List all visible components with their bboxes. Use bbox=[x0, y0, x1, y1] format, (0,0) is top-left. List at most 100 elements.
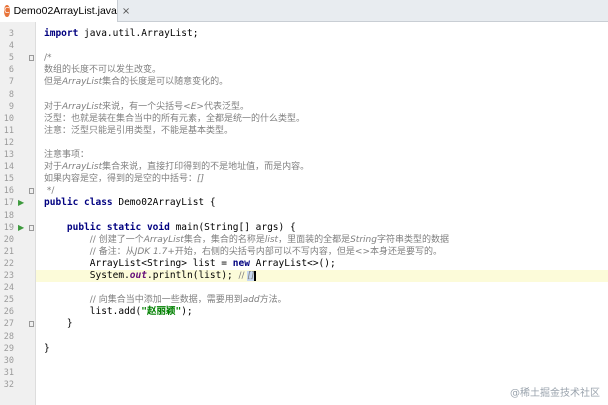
code-token: } bbox=[44, 318, 73, 330]
code-line[interactable]: */ bbox=[36, 185, 608, 197]
code-token: 集合，集合的名称是 bbox=[183, 234, 265, 245]
close-tab-icon[interactable]: × bbox=[122, 6, 130, 17]
run-gutter-icon[interactable]: ▶ bbox=[18, 222, 24, 234]
watermark: @稀土掘金技术社区 bbox=[510, 388, 600, 399]
code-line[interactable]: ArrayList<String> list = new ArrayList<>… bbox=[36, 258, 608, 270]
code-token: list bbox=[264, 234, 279, 245]
line-number: 18 bbox=[3, 210, 14, 221]
code-token: 注意：泛型只能是引用类型，不能是基本类型。 bbox=[44, 125, 234, 136]
code-editor[interactable]: import java.util.ArrayList; /* 数组的长度不可以发生改… bbox=[36, 22, 608, 405]
file-tab[interactable]: C Demo02ArrayList.java × bbox=[0, 0, 130, 22]
code-line[interactable]: // 创建了一个ArrayList集合，集合的名称是list，里面装的全都是St… bbox=[36, 234, 608, 246]
run-gutter-icon[interactable]: ▶ bbox=[18, 197, 24, 209]
code-line[interactable] bbox=[36, 282, 608, 294]
line-number: 7 bbox=[8, 77, 14, 88]
line-number: 6 bbox=[8, 65, 14, 76]
line-number: 9 bbox=[8, 101, 14, 112]
code-token: ，里面装的全都是 bbox=[278, 234, 351, 245]
fold-marker-icon[interactable] bbox=[29, 321, 34, 328]
line-number: 32 bbox=[3, 379, 14, 390]
line-number: 29 bbox=[3, 343, 14, 354]
code-line[interactable]: /* bbox=[36, 52, 608, 64]
code-line[interactable] bbox=[36, 137, 608, 149]
code-line-text: ArrayList<String> list = new ArrayList<>… bbox=[44, 258, 336, 270]
code-token: 来说，有一个尖括号 bbox=[102, 101, 184, 112]
java-class-icon: C bbox=[4, 5, 10, 17]
code-line[interactable]: } bbox=[36, 343, 608, 355]
code-line[interactable]: // 备注：从JDK 1.7+开始，右侧的尖括号内部可以不写内容，但是<>本身还… bbox=[36, 246, 608, 258]
code-token: java.util.ArrayList; bbox=[84, 28, 199, 39]
code-line[interactable]: public class Demo02ArrayList { bbox=[36, 197, 608, 209]
code-line-text: */ bbox=[44, 185, 55, 197]
code-token: 如果内容是空，得到的是空的中括号： bbox=[44, 174, 198, 185]
code-token: */ bbox=[44, 186, 55, 197]
code-line-text: System.out.println(list); // [] bbox=[44, 270, 257, 282]
code-line[interactable]: System.out.println(list); // [] bbox=[36, 270, 608, 282]
code-line-text: /* bbox=[44, 52, 52, 64]
fold-marker-icon[interactable] bbox=[29, 55, 34, 62]
code-token: 注意事项： bbox=[44, 150, 90, 160]
code-line[interactable]: list.add("赵丽颖"); bbox=[36, 306, 608, 318]
code-line[interactable] bbox=[36, 331, 608, 343]
code-line[interactable]: 但是ArrayList集合的长度是可以随意变化的。 bbox=[36, 76, 608, 88]
code-token: ); bbox=[181, 306, 193, 318]
code-token: 数组的长度不可以发生改变。 bbox=[44, 65, 162, 76]
code-line-text: 对于ArrayList来说，有一个尖括号<E>代表泛型。 bbox=[44, 101, 249, 113]
fold-marker-icon[interactable] bbox=[29, 188, 34, 195]
code-token: JDK 1.7+ bbox=[134, 246, 175, 257]
code-line[interactable]: 对于ArrayList集合来说，直接打印得到的不是地址值，而是内容。 bbox=[36, 161, 608, 173]
code-token: 集合的长度是可以随意变化的。 bbox=[102, 77, 229, 88]
code-token: // 创建了一个 bbox=[89, 234, 144, 245]
code-line[interactable]: 泛型：也就是装在集合当中的所有元素，全都是统一的什么类型。 bbox=[36, 113, 608, 125]
line-number: 22 bbox=[3, 258, 14, 269]
code-token: Demo02ArrayList { bbox=[118, 197, 216, 209]
code-line[interactable] bbox=[36, 355, 608, 367]
line-number: 28 bbox=[3, 331, 14, 342]
code-token: 字符串类型的数据 bbox=[376, 234, 449, 245]
code-line-text: public class Demo02ArrayList { bbox=[44, 197, 216, 209]
code-token: import bbox=[44, 28, 85, 39]
code-line-text: // 备注：从JDK 1.7+开始，右侧的尖括号内部可以不写内容，但是<>本身还… bbox=[44, 246, 442, 258]
code-token: main(String[] args) { bbox=[175, 221, 296, 233]
line-number: 31 bbox=[3, 367, 14, 378]
code-token: } bbox=[44, 342, 50, 354]
code-token: // 备注：从 bbox=[89, 246, 135, 257]
code-line-text: // 向集合当中添加一些数据，需要用到add方法。 bbox=[44, 294, 287, 306]
code-line[interactable] bbox=[36, 210, 608, 222]
code-line[interactable]: 注意事项： bbox=[36, 149, 608, 161]
code-line[interactable]: 数组的长度不可以发生改变。 bbox=[36, 64, 608, 76]
code-line[interactable]: public static void main(String[] args) { bbox=[36, 222, 608, 234]
code-line[interactable]: 注意：泛型只能是引用类型，不能是基本类型。 bbox=[36, 125, 608, 137]
code-line-text: list.add("赵丽颖"); bbox=[44, 306, 193, 318]
code-line-text: 对于ArrayList集合来说，直接打印得到的不是地址值，而是内容。 bbox=[44, 161, 309, 173]
code-token: 但是 bbox=[44, 77, 63, 88]
code-line[interactable] bbox=[36, 89, 608, 101]
code-line-text: 数组的长度不可以发生改变。 bbox=[44, 64, 161, 76]
code-line-text: 泛型：也就是装在集合当中的所有元素，全都是统一的什么类型。 bbox=[44, 113, 305, 125]
code-token: public class bbox=[44, 197, 119, 209]
code-line[interactable]: } bbox=[36, 318, 608, 330]
line-number: 16 bbox=[3, 186, 14, 197]
code-token: [] bbox=[197, 174, 205, 185]
code-line[interactable]: 如果内容是空，得到的是空的中括号：[] bbox=[36, 173, 608, 185]
line-number: 15 bbox=[3, 174, 14, 185]
code-line-text: 注意：泛型只能是引用类型，不能是基本类型。 bbox=[44, 125, 233, 137]
code-line-text: 注意事项： bbox=[44, 149, 89, 161]
code-token: .println(list); bbox=[146, 270, 239, 281]
code-token: ArrayList bbox=[143, 234, 184, 245]
line-number: 11 bbox=[3, 125, 14, 136]
code-line[interactable]: 对于ArrayList来说，有一个尖括号<E>代表泛型。 bbox=[36, 101, 608, 113]
code-line-text: // 创建了一个ArrayList集合，集合的名称是list，里面装的全都是St… bbox=[44, 234, 449, 246]
code-line[interactable] bbox=[36, 367, 608, 379]
code-token: 开始，右侧的尖括号内部可以不写内容，但是<>本身还是要写的。 bbox=[174, 246, 442, 257]
code-token: // 向集合当中添加一些数据，需要用到 bbox=[89, 295, 243, 306]
fold-marker-icon[interactable] bbox=[29, 224, 34, 231]
line-number: 25 bbox=[3, 295, 14, 306]
code-token: 泛型：也就是装在集合当中的所有元素，全都是统一的什么类型。 bbox=[44, 113, 306, 124]
code-line[interactable] bbox=[36, 40, 608, 52]
line-number: 19 bbox=[3, 222, 14, 233]
code-line[interactable]: import java.util.ArrayList; bbox=[36, 28, 608, 40]
code-line-text: 但是ArrayList集合的长度是可以随意变化的。 bbox=[44, 76, 228, 88]
code-line[interactable]: // 向集合当中添加一些数据，需要用到add方法。 bbox=[36, 294, 608, 306]
